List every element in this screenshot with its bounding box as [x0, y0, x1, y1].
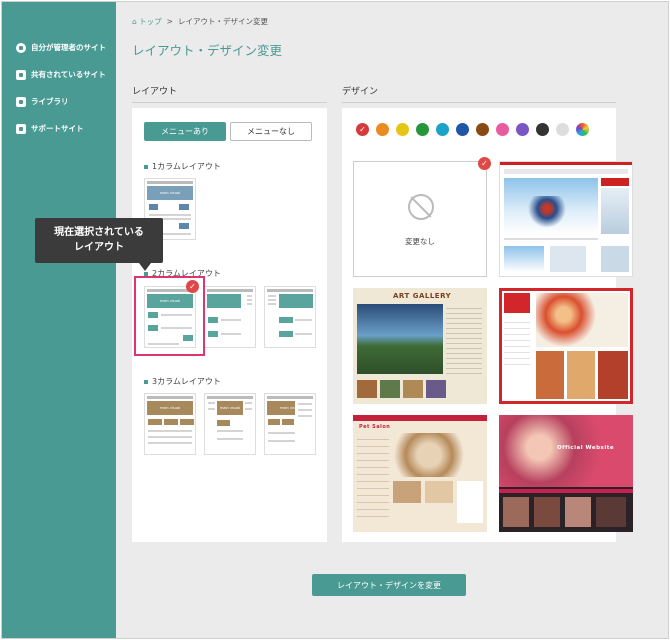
- design-none-label: 変更なし: [405, 237, 435, 246]
- globe-icon: [16, 42, 26, 53]
- thumb-visual-text: main visual: [159, 406, 181, 410]
- design-restaurant-card[interactable]: [499, 288, 633, 404]
- layout-panel: メニューあり メニューなし 1カラムレイアウト main visual 2カラム…: [132, 108, 327, 542]
- official-card-title: Official Website: [557, 445, 615, 451]
- design-pet-card[interactable]: Pet Salon: [353, 415, 487, 532]
- nav-my-sites[interactable]: 自分が管理者のサイト: [16, 42, 106, 53]
- thumb-visual-text: main visual: [159, 191, 181, 195]
- group-1col-label: 1カラムレイアウト: [152, 162, 221, 171]
- nav-library[interactable]: ライブラリ: [16, 96, 69, 107]
- design-heading: デザイン: [342, 84, 616, 103]
- swatch-orange[interactable]: [376, 123, 389, 136]
- design-gallery-card[interactable]: ART GALLERY: [353, 288, 487, 404]
- layout-3col-a[interactable]: main visual: [144, 393, 196, 455]
- nav-shared-sites[interactable]: 共有されているサイト: [16, 69, 106, 80]
- tab-with-menu[interactable]: メニューあり: [144, 122, 226, 141]
- swatch-green[interactable]: [416, 123, 429, 136]
- design-official-card[interactable]: Official Website: [499, 415, 633, 532]
- prohibited-icon: [408, 194, 434, 220]
- breadcrumb-home-label: トップ: [139, 17, 162, 26]
- layout-2col-b[interactable]: [204, 286, 256, 348]
- bullet-square-icon: [144, 379, 148, 384]
- group-1col: 1カラムレイアウト: [144, 161, 221, 172]
- bullet-square-icon: [144, 271, 148, 276]
- nav-support-label: サポートサイト: [31, 124, 84, 133]
- design-none-card[interactable]: 変更なし: [353, 161, 487, 277]
- tooltip-line-2: レイアウト: [74, 242, 124, 253]
- tab-without-menu[interactable]: メニューなし: [230, 122, 312, 141]
- breadcrumb-current: レイアウト・デザイン変更: [177, 17, 268, 26]
- gallery-card-title: ART GALLERY: [393, 292, 452, 300]
- layout-selected-check-icon: ✓: [186, 280, 199, 293]
- swatch-rainbow[interactable]: [576, 123, 589, 136]
- library-icon: [16, 96, 26, 107]
- breadcrumb-separator: >: [166, 17, 173, 26]
- swatch-black[interactable]: [536, 123, 549, 136]
- swatch-brown[interactable]: [476, 123, 489, 136]
- design-selected-check-icon: ✓: [478, 157, 491, 170]
- design-ski-card[interactable]: [499, 161, 633, 277]
- layout-heading: レイアウト: [132, 84, 327, 103]
- layout-3col-b[interactable]: main visual: [204, 393, 256, 455]
- nav-shared-sites-label: 共有されているサイト: [31, 70, 106, 79]
- shared-site-icon: [16, 69, 26, 80]
- page-title: レイアウト・デザイン変更: [132, 43, 283, 58]
- breadcrumb-home[interactable]: ⌂ トップ: [132, 16, 162, 27]
- design-panel: ✓ 変更なし ✓ ART GALLERY Pet Salon Official …: [342, 108, 633, 542]
- swatch-blue[interactable]: [456, 123, 469, 136]
- nav-my-sites-label: 自分が管理者のサイト: [31, 43, 106, 52]
- nav-support[interactable]: サポートサイト: [16, 123, 84, 134]
- swatch-check-icon: ✓: [359, 125, 366, 134]
- pet-card-title: Pet Salon: [359, 424, 391, 430]
- swatch-gray[interactable]: [556, 123, 569, 136]
- sidebar: 自分が管理者のサイト 共有されているサイト ライブラリ サポートサイト: [2, 2, 116, 638]
- swatch-cyan[interactable]: [436, 123, 449, 136]
- help-icon: [16, 123, 26, 134]
- swatch-red[interactable]: ✓: [356, 123, 369, 136]
- breadcrumb: ⌂ トップ > レイアウト・デザイン変更: [132, 16, 268, 27]
- group-3col-label: 3カラムレイアウト: [152, 377, 221, 386]
- swatch-yellow[interactable]: [396, 123, 409, 136]
- current-layout-tooltip: 現在選択されている レイアウト: [35, 218, 163, 271]
- swatch-purple[interactable]: [516, 123, 529, 136]
- change-layout-design-button[interactable]: レイアウト・デザインを変更: [312, 574, 466, 596]
- tooltip-line-1: 現在選択されている: [54, 227, 144, 238]
- layout-3col-c[interactable]: main visual: [264, 393, 316, 455]
- bullet-square-icon: [144, 164, 148, 169]
- layout-2col-c[interactable]: [264, 286, 316, 348]
- swatch-pink[interactable]: [496, 123, 509, 136]
- group-3col: 3カラムレイアウト: [144, 376, 221, 387]
- nav-library-label: ライブラリ: [31, 97, 69, 106]
- app-frame: 自分が管理者のサイト 共有されているサイト ライブラリ サポートサイト ⌂ トッ…: [1, 1, 669, 639]
